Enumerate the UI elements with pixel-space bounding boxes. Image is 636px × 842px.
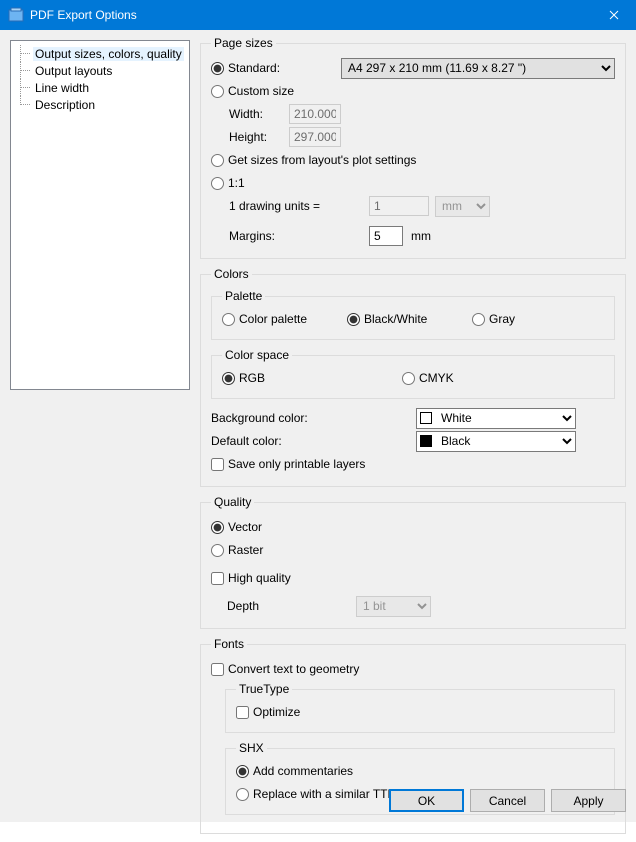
window-title: PDF Export Options <box>30 8 591 22</box>
settings-panel: Page sizes Standard: A4 297 x 210 mm (11… <box>200 36 626 842</box>
group-page-sizes: Page sizes Standard: A4 297 x 210 mm (11… <box>200 36 626 259</box>
radio-shx-replace-input[interactable] <box>236 788 249 801</box>
radio-one-to-one-input[interactable] <box>211 177 224 190</box>
depth-label: Depth <box>211 599 356 613</box>
titlebar: PDF Export Options <box>0 0 636 30</box>
standard-size-combo[interactable]: A4 297 x 210 mm (11.69 x 8.27 ") <box>341 58 615 79</box>
dialog-buttons: OK Cancel Apply <box>389 789 626 812</box>
radio-one-to-one[interactable]: 1:1 <box>211 176 245 190</box>
radio-bw[interactable]: Black/White <box>347 312 472 326</box>
app-icon <box>8 7 24 23</box>
width-label: Width: <box>229 107 289 121</box>
radio-rgb-input[interactable] <box>222 372 235 385</box>
tree-label: Line width <box>33 81 91 95</box>
radio-vector[interactable]: Vector <box>211 520 262 534</box>
legend-fonts: Fonts <box>211 637 247 651</box>
check-convert-text-input[interactable] <box>211 663 224 676</box>
group-quality: Quality Vector Raster High quality <box>200 495 626 629</box>
radio-layout-sizes-input[interactable] <box>211 154 224 167</box>
group-color-space: Color space RGB CMYK <box>211 348 615 399</box>
group-colors: Colors Palette Color palette Black/White… <box>200 267 626 487</box>
width-field[interactable] <box>289 104 341 124</box>
legend-colors: Colors <box>211 267 252 281</box>
check-convert-text[interactable]: Convert text to geometry <box>211 662 359 676</box>
bg-color-label: Background color: <box>211 411 416 425</box>
check-optimize-input[interactable] <box>236 706 249 719</box>
radio-shx-replace[interactable]: Replace with a similar TTF <box>236 787 395 801</box>
legend-color-space: Color space <box>222 348 292 362</box>
radio-cmyk-input[interactable] <box>402 372 415 385</box>
radio-color-palette[interactable]: Color palette <box>222 312 347 326</box>
radio-shx-add[interactable]: Add commentaries <box>236 764 353 778</box>
radio-shx-add-input[interactable] <box>236 765 249 778</box>
radio-standard[interactable]: Standard: <box>211 61 341 75</box>
margins-label: Margins: <box>229 229 369 243</box>
radio-layout-sizes[interactable]: Get sizes from layout's plot settings <box>211 153 416 167</box>
ok-button[interactable]: OK <box>389 789 464 812</box>
apply-button[interactable]: Apply <box>551 789 626 812</box>
close-button[interactable] <box>591 0 636 30</box>
radio-standard-input[interactable] <box>211 62 224 75</box>
drawing-units-combo[interactable]: mm <box>435 196 490 217</box>
tree-item-output-layouts[interactable]: Output layouts <box>13 62 187 79</box>
category-tree[interactable]: Output sizes, colors, quality Output lay… <box>10 40 190 390</box>
group-palette: Palette Color palette Black/White Gray <box>211 289 615 340</box>
radio-bw-input[interactable] <box>347 313 360 326</box>
radio-vector-input[interactable] <box>211 521 224 534</box>
group-truetype: TrueType Optimize <box>225 682 615 733</box>
default-color-combo[interactable]: Black <box>416 431 576 452</box>
legend-palette: Palette <box>222 289 265 303</box>
radio-color-palette-input[interactable] <box>222 313 235 326</box>
radio-gray[interactable]: Gray <box>472 312 515 326</box>
radio-raster[interactable]: Raster <box>211 543 263 557</box>
height-label: Height: <box>229 130 289 144</box>
legend-page-sizes: Page sizes <box>211 36 276 50</box>
drawing-units-field[interactable] <box>369 196 429 216</box>
radio-cmyk[interactable]: CMYK <box>402 371 454 385</box>
tree-label: Output sizes, colors, quality <box>33 47 184 61</box>
check-high-quality[interactable]: High quality <box>211 571 291 585</box>
bg-color-combo[interactable]: White <box>416 408 576 429</box>
legend-shx: SHX <box>236 741 267 755</box>
tree-item-description[interactable]: Description <box>13 96 187 113</box>
check-save-printable[interactable]: Save only printable layers <box>211 457 365 471</box>
check-optimize[interactable]: Optimize <box>236 705 300 719</box>
content-area: Output sizes, colors, quality Output lay… <box>0 30 636 822</box>
height-field[interactable] <box>289 127 341 147</box>
tree-label: Description <box>33 98 97 112</box>
check-save-printable-input[interactable] <box>211 458 224 471</box>
drawing-units-label: 1 drawing units = <box>229 199 369 213</box>
radio-custom[interactable]: Custom size <box>211 84 294 98</box>
margins-unit: mm <box>411 229 431 243</box>
default-color-label: Default color: <box>211 434 416 448</box>
depth-combo[interactable]: 1 bit <box>356 596 431 617</box>
check-high-quality-input[interactable] <box>211 572 224 585</box>
tree-label: Output layouts <box>33 64 114 78</box>
radio-rgb[interactable]: RGB <box>222 371 402 385</box>
radio-custom-input[interactable] <box>211 85 224 98</box>
margins-field[interactable] <box>369 226 403 246</box>
tree-item-line-width[interactable]: Line width <box>13 79 187 96</box>
radio-gray-input[interactable] <box>472 313 485 326</box>
cancel-button[interactable]: Cancel <box>470 789 545 812</box>
legend-truetype: TrueType <box>236 682 292 696</box>
tree-item-output-sizes[interactable]: Output sizes, colors, quality <box>13 45 187 62</box>
legend-quality: Quality <box>211 495 254 509</box>
radio-raster-input[interactable] <box>211 544 224 557</box>
